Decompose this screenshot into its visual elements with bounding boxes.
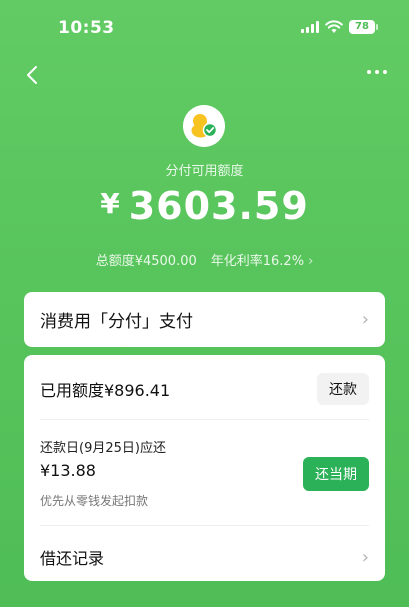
records-label: 借还记录 <box>40 549 105 568</box>
status-time: 10:53 <box>58 18 115 38</box>
wifi-icon <box>325 20 343 33</box>
back-icon[interactable] <box>22 64 44 86</box>
annual-rate-link[interactable]: 年化利率16.2% › <box>211 254 314 269</box>
chevron-right-icon: › <box>361 546 369 568</box>
used-limit: 已用额度¥896.41 <box>40 381 171 400</box>
fenfu-pay-title: 消费用「分付」支付 <box>40 312 193 332</box>
more-icon[interactable] <box>367 70 387 74</box>
repayment-card: 已用额度¥896.41 还款 还款日(9月25日)应还 ¥13.88 优先从零钱… <box>24 355 385 581</box>
chevron-right-icon: › <box>361 309 369 330</box>
available-amount: ¥3603.59 <box>0 184 409 228</box>
fenfu-logo <box>183 105 225 147</box>
status-bar: 10:53 78 <box>0 0 409 56</box>
available-label: 分付可用额度 <box>165 164 244 179</box>
status-icons: 78 <box>301 20 378 34</box>
divider <box>40 419 369 420</box>
annual-rate: 年化利率16.2% <box>210 254 305 269</box>
used-limit-row: 已用额度¥896.41 还款 <box>40 373 369 405</box>
repay-button[interactable]: 还款 <box>317 373 369 405</box>
fenfu-pay-card[interactable]: 消费用「分付」支付 › <box>24 292 385 347</box>
chevron-right-icon: › <box>308 254 314 269</box>
due-date-title: 还款日(9月25日)应还 <box>40 441 166 456</box>
deduction-note: 优先从零钱发起扣款 <box>40 494 149 508</box>
repay-current-period-button[interactable]: 还当期 <box>303 457 369 491</box>
divider <box>40 525 369 526</box>
available-value: 3603.59 <box>128 184 309 228</box>
battery-icon: 78 <box>349 20 378 34</box>
due-amount: ¥13.88 <box>40 461 96 480</box>
signal-icon <box>301 21 319 33</box>
borrow-repay-records[interactable]: 借还记录 › <box>40 535 369 579</box>
total-limit: 总额度¥4500.00 <box>95 254 197 269</box>
limit-summary: 总额度¥4500.00 年化利率16.2% › <box>0 250 409 269</box>
currency-symbol: ¥ <box>100 187 121 220</box>
